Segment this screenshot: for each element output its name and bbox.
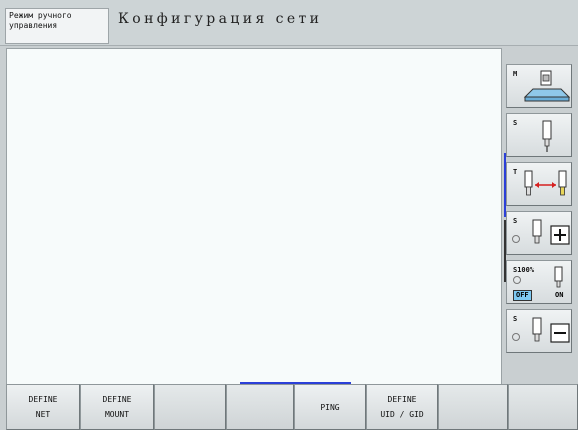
softkey-label-line2: MOUNT [104,410,130,419]
empty-softkey[interactable] [508,384,578,430]
define-net-softkey[interactable]: DEFINE NET [6,384,80,430]
spindle-off-badge[interactable]: OFF [513,290,532,301]
side-softkey-spindle-minus[interactable]: S [506,309,572,353]
spindle-minus-icon [512,317,570,343]
spindle-on-label[interactable]: ON [555,291,563,299]
define-mount-softkey[interactable]: DEFINE MOUNT [80,384,154,430]
header-bar: Режим ручного управления Конфигурация се… [0,0,578,46]
empty-softkey[interactable] [154,384,226,430]
tool-change-icon [524,170,567,196]
side-softkey-t-tool-change[interactable]: T [506,162,572,206]
side-softkey-spindle-override[interactable]: S100% OFF ON [506,260,572,304]
empty-softkey[interactable] [438,384,508,430]
side-softkey-m[interactable]: M [506,64,572,108]
define-uid-gid-softkey[interactable]: DEFINE UID / GID [366,384,438,430]
softkey-row: DEFINE NET DEFINE MOUNT PING DEFINE UID … [0,384,578,430]
softkey-label-line2: UID / GID [380,410,424,419]
spindle-icon [542,120,552,152]
softkey-label-line1: DEFINE [387,395,417,404]
ping-softkey[interactable]: PING [294,384,366,430]
machine-table-icon [523,70,571,102]
softkey-label-line2: NET [35,410,51,419]
side-softkey-s-spindle[interactable]: S [506,113,572,157]
spindle-plus-icon [512,219,570,245]
side-softkey-spindle-plus[interactable]: S [506,211,572,255]
main-content-area [6,48,502,410]
softkey-label-line1: PING [320,402,340,412]
page-title: Конфигурация сети [118,11,323,27]
side-softkey-column: M S T S S100% OFF ON S [504,48,578,410]
operating-mode-label: Режим ручного управления [5,8,109,44]
softkey-label-line1: DEFINE [28,395,58,404]
empty-softkey[interactable] [226,384,294,430]
softkey-label-line1: DEFINE [102,395,132,404]
